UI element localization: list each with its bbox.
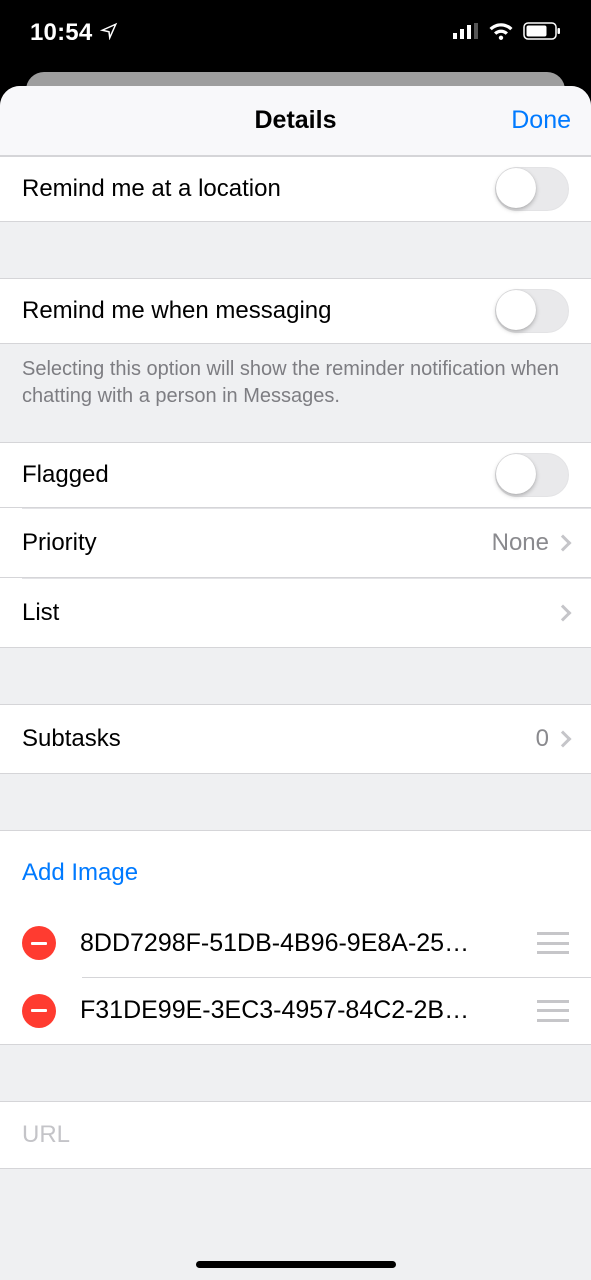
battery-icon <box>523 22 561 45</box>
remind-messaging-row[interactable]: Remind me when messaging <box>0 278 591 344</box>
image-attachment-row[interactable]: 8DD7298F-51DB-4B96-9E8A-25… <box>0 909 591 977</box>
cellular-signal-icon <box>453 23 479 44</box>
attachment-name: 8DD7298F-51DB-4B96-9E8A-25… <box>80 929 537 958</box>
list-label: List <box>22 599 549 627</box>
minus-icon <box>31 942 47 945</box>
sheet-header: Details Done <box>0 86 591 156</box>
remind-location-row[interactable]: Remind me at a location <box>0 156 591 222</box>
flagged-row[interactable]: Flagged <box>0 442 591 508</box>
priority-label: Priority <box>22 529 492 557</box>
remind-messaging-label: Remind me when messaging <box>22 297 495 325</box>
priority-row[interactable]: Priority None <box>0 508 591 578</box>
toggle-knob <box>496 454 536 494</box>
minus-icon <box>31 1009 47 1012</box>
subtasks-row[interactable]: Subtasks 0 <box>0 704 591 774</box>
chevron-right-icon <box>555 731 572 748</box>
toggle-knob <box>496 168 536 208</box>
flag-priority-list-group: Flagged Priority None List <box>0 442 591 648</box>
remind-messaging-toggle[interactable] <box>495 289 569 333</box>
flagged-toggle[interactable] <box>495 453 569 497</box>
delete-attachment-button[interactable] <box>22 994 56 1028</box>
priority-value: None <box>492 529 549 557</box>
attachment-name: F31DE99E-3EC3-4957-84C2-2B… <box>80 996 537 1025</box>
wifi-icon <box>489 22 513 45</box>
remind-location-toggle[interactable] <box>495 167 569 211</box>
image-attachment-row[interactable]: F31DE99E-3EC3-4957-84C2-2B… <box>0 977 591 1045</box>
list-row[interactable]: List <box>0 578 591 648</box>
remind-messaging-footer: Selecting this option will show the remi… <box>0 344 591 442</box>
location-services-icon <box>100 19 118 47</box>
chevron-right-icon <box>555 604 572 621</box>
reorder-handle-icon[interactable] <box>537 1000 569 1022</box>
flagged-label: Flagged <box>22 461 495 489</box>
delete-attachment-button[interactable] <box>22 926 56 960</box>
status-bar-left: 10:54 <box>30 19 118 47</box>
details-sheet: Details Done Remind me at a location Rem… <box>0 86 591 1280</box>
url-input[interactable] <box>22 1121 569 1149</box>
reorder-handle-icon[interactable] <box>537 932 569 954</box>
subtasks-count: 0 <box>536 725 549 753</box>
add-image-label: Add Image <box>22 859 138 886</box>
status-bar: 10:54 <box>0 0 591 70</box>
done-button[interactable]: Done <box>511 86 571 155</box>
status-bar-right <box>453 22 561 45</box>
home-indicator[interactable] <box>196 1261 396 1268</box>
toggle-knob <box>496 290 536 330</box>
status-time: 10:54 <box>30 19 92 47</box>
page-title: Details <box>255 106 337 135</box>
remind-location-label: Remind me at a location <box>22 175 495 203</box>
url-row[interactable] <box>0 1101 591 1169</box>
add-image-button[interactable]: Add Image <box>0 830 591 909</box>
chevron-right-icon <box>555 534 572 551</box>
subtasks-label: Subtasks <box>22 725 536 753</box>
